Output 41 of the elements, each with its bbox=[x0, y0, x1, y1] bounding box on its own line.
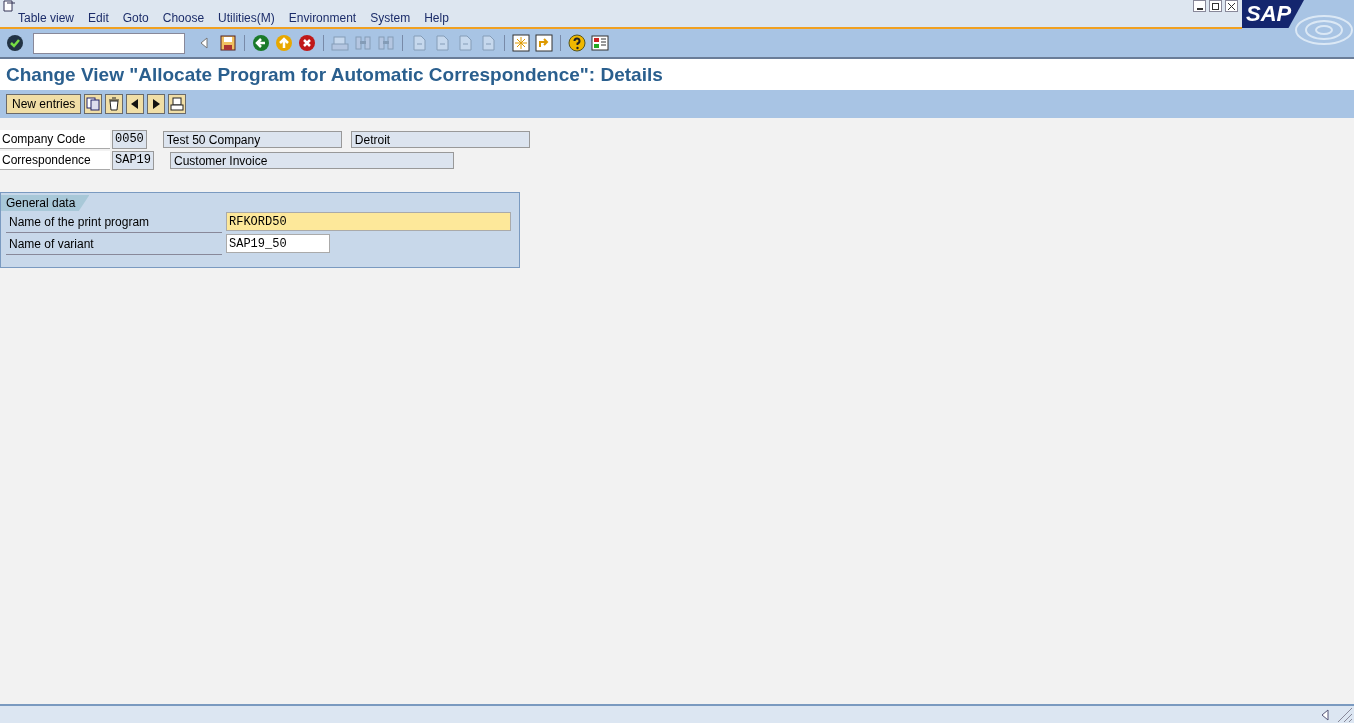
field-label: Company Code bbox=[0, 130, 110, 149]
menu-item[interactable]: Environment bbox=[288, 11, 357, 25]
shortcut-icon[interactable] bbox=[535, 34, 553, 52]
menu-item[interactable]: Choose bbox=[162, 11, 205, 25]
new-entries-button[interactable]: New entries bbox=[6, 94, 82, 114]
help-icon[interactable] bbox=[568, 34, 586, 52]
triangle-icon[interactable] bbox=[1320, 708, 1330, 721]
enter-icon[interactable] bbox=[6, 34, 24, 52]
back-icon[interactable] bbox=[252, 34, 270, 52]
field-label: Name of the print program bbox=[8, 214, 151, 229]
layout-icon[interactable] bbox=[591, 34, 609, 52]
input-field[interactable]: RFKORD50 bbox=[226, 212, 511, 231]
save-icon[interactable] bbox=[219, 34, 237, 52]
command-field[interactable] bbox=[33, 32, 185, 54]
display-field: Detroit bbox=[350, 131, 530, 148]
document-icon[interactable] bbox=[3, 0, 17, 12]
group-title: General data bbox=[1, 195, 90, 211]
menu-item[interactable]: Goto bbox=[122, 11, 149, 25]
menu-item[interactable]: Table view bbox=[18, 11, 75, 25]
copy-icon[interactable] bbox=[84, 94, 103, 114]
field-label: Correspondence bbox=[0, 151, 110, 170]
menu-item[interactable]: System bbox=[370, 11, 411, 25]
key-field: 0050 bbox=[112, 130, 147, 149]
window-icon[interactable] bbox=[512, 34, 530, 52]
close-icon[interactable] bbox=[1225, 0, 1238, 12]
screen-title: Change View "Allocate Program for Automatic Correspondence": Details bbox=[6, 63, 663, 86]
resize-grip-icon bbox=[1338, 707, 1352, 722]
sap-logo: SAP bbox=[1242, 0, 1304, 28]
display-field: Test 50 Company bbox=[162, 131, 342, 148]
cancel-icon[interactable] bbox=[298, 34, 316, 52]
field-label: Name of variant bbox=[8, 236, 95, 251]
menu-item[interactable]: Utilities(M) bbox=[218, 11, 275, 25]
display-field: Customer Invoice bbox=[170, 152, 454, 169]
menu-item[interactable]: Help bbox=[424, 11, 449, 25]
restore-icon[interactable] bbox=[1209, 0, 1222, 12]
minimize-icon[interactable] bbox=[1193, 0, 1206, 12]
trash-icon[interactable] bbox=[105, 94, 124, 114]
key-field: SAP19 bbox=[112, 151, 154, 170]
input-field[interactable]: SAP19_50 bbox=[226, 234, 330, 253]
printer-icon[interactable] bbox=[168, 94, 187, 114]
menu-item[interactable]: Edit bbox=[88, 11, 109, 25]
